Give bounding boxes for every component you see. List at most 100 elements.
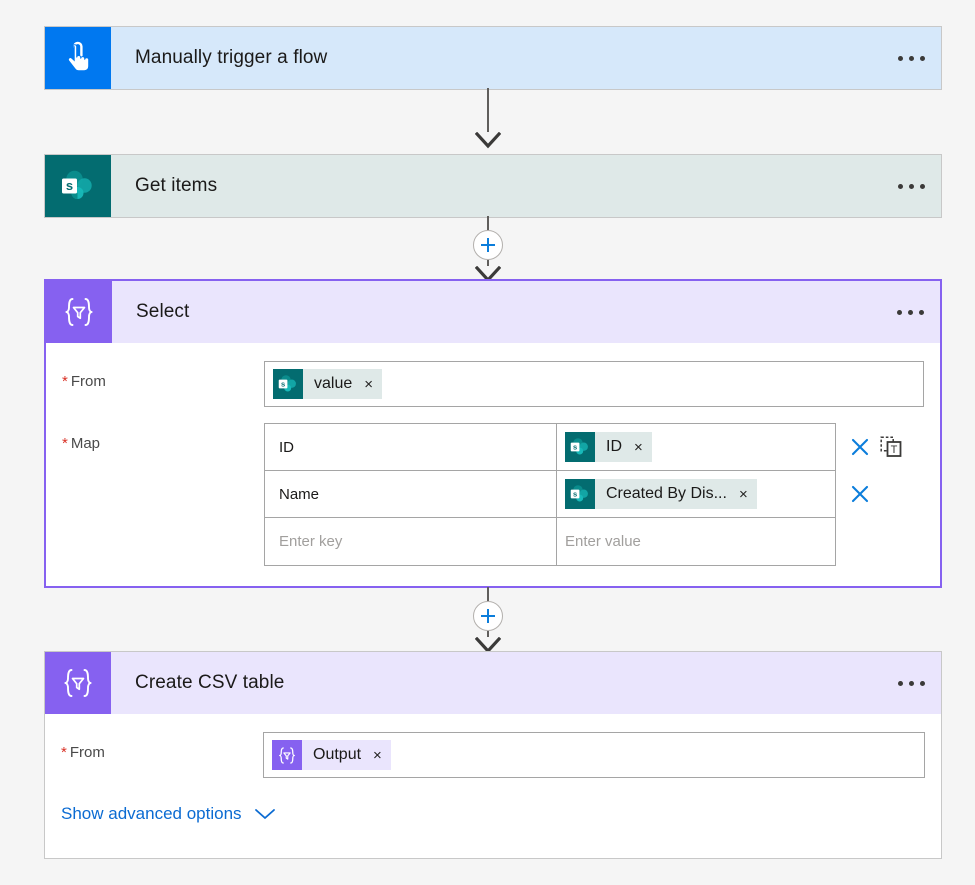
select-map-row: * Map ID s ID × Name s Created By Dis...…	[46, 407, 940, 586]
map-value-cell[interactable]: s ID ×	[557, 424, 835, 470]
flow-card-create-csv-table[interactable]: Create CSV table * From Output × Show ad…	[44, 651, 942, 859]
connector-select-to-csv	[0, 587, 975, 655]
token-body: ID ×	[595, 432, 652, 462]
show-advanced-options-label: Show advanced options	[61, 804, 242, 823]
trigger-more-commands-button[interactable]	[881, 27, 941, 89]
dot	[919, 55, 925, 61]
dot	[897, 183, 903, 189]
delete-row-icon[interactable]	[850, 437, 870, 457]
svg-text:T: T	[891, 444, 898, 456]
token-label: Created By Dis...	[606, 485, 727, 502]
remove-token-button[interactable]: ×	[364, 377, 373, 392]
remove-token-button[interactable]: ×	[634, 440, 643, 455]
insert-step-button[interactable]	[472, 601, 503, 631]
required-indicator: *	[61, 744, 67, 761]
map-key-cell[interactable]: Enter key	[265, 518, 557, 565]
svg-text:s: s	[66, 178, 73, 193]
token-value[interactable]: s value ×	[273, 369, 383, 399]
manual-trigger-hand-icon	[45, 27, 111, 89]
card-header[interactable]: Select	[46, 281, 940, 343]
select-from-label: * From	[62, 373, 106, 390]
dot	[907, 309, 913, 315]
get-items-more-commands-button[interactable]	[881, 155, 941, 217]
select-from-input[interactable]: s value ×	[264, 361, 924, 407]
token-id[interactable]: s ID ×	[565, 432, 652, 462]
connector-getitems-to-select	[0, 216, 975, 284]
token-output[interactable]: Output ×	[272, 740, 391, 770]
map-row-actions	[836, 517, 924, 564]
paste-as-text-icon[interactable]: T	[880, 435, 902, 458]
select-card-body: * From s value × * Map ID s ID × Name s …	[46, 343, 940, 586]
dot	[918, 309, 924, 315]
dot	[908, 183, 914, 189]
select-braces-filter-icon	[46, 281, 112, 343]
card-title-wrap: Select	[112, 281, 880, 343]
token-created-by-display-name[interactable]: s Created By Dis... ×	[565, 479, 757, 509]
card-title-select: Select	[136, 301, 190, 322]
sharepoint-icon: s	[565, 432, 595, 462]
token-label: ID	[606, 438, 622, 455]
dot	[908, 680, 914, 686]
card-title-wrap: Get items	[111, 155, 881, 217]
map-row-actions: T	[836, 423, 924, 470]
dot	[896, 309, 902, 315]
flow-card-trigger[interactable]: Manually trigger a flow	[44, 26, 942, 90]
dot	[908, 55, 914, 61]
token-label: value	[314, 375, 353, 392]
svg-text:s: s	[573, 489, 577, 498]
dot	[897, 680, 903, 686]
chevron-down-icon	[254, 809, 275, 819]
csv-more-commands-button[interactable]	[881, 652, 941, 714]
connector-trigger-to-getitems	[0, 88, 975, 150]
card-title-wrap: Create CSV table	[111, 652, 881, 714]
map-value-placeholder: Enter value	[565, 533, 641, 550]
card-title-wrap: Manually trigger a flow	[111, 27, 881, 89]
card-header[interactable]: Create CSV table	[45, 652, 941, 714]
delete-row-icon[interactable]	[850, 484, 870, 504]
map-key-cell[interactable]: Name	[265, 471, 557, 517]
sharepoint-icon: s	[45, 155, 111, 217]
svg-text:s: s	[573, 442, 577, 451]
map-grid: ID s ID × Name s Created By Dis... × Ent…	[264, 423, 836, 566]
csv-from-row: * From Output ×	[45, 714, 941, 778]
token-label: Output	[313, 746, 362, 763]
map-value-cell[interactable]: s Created By Dis... ×	[557, 471, 835, 517]
flow-card-get-items[interactable]: s Get items	[44, 154, 942, 218]
token-body: Created By Dis... ×	[595, 479, 757, 509]
card-header[interactable]: Manually trigger a flow	[45, 27, 941, 89]
csv-card-body: * From Output × Show advanced options	[45, 714, 941, 858]
map-value-cell[interactable]: Enter value	[557, 518, 835, 565]
select-more-commands-button[interactable]	[880, 281, 940, 343]
map-key-cell[interactable]: ID	[265, 424, 557, 470]
svg-text:s: s	[281, 379, 285, 388]
required-indicator: *	[62, 373, 68, 390]
select-map-label: * Map	[62, 435, 101, 452]
map-row-actions	[836, 470, 924, 517]
page-title: Manually trigger a flow	[135, 47, 328, 68]
remove-token-button[interactable]: ×	[373, 748, 382, 763]
connector-line	[486, 88, 489, 132]
insert-step-button[interactable]	[472, 230, 503, 260]
dot	[919, 680, 925, 686]
card-header[interactable]: s Get items	[45, 155, 941, 217]
connector-line	[486, 587, 489, 601]
card-title-get-items: Get items	[135, 175, 218, 196]
remove-token-button[interactable]: ×	[739, 487, 748, 502]
card-title-create-csv-table: Create CSV table	[135, 672, 285, 693]
arrowhead-icon	[474, 132, 501, 149]
csv-from-label: * From	[61, 744, 105, 761]
dot	[897, 55, 903, 61]
map-row: ID s ID ×	[265, 424, 835, 471]
select-braces-filter-icon	[272, 740, 302, 770]
map-key-placeholder: Enter key	[279, 533, 343, 550]
sharepoint-icon: s	[273, 369, 303, 399]
show-advanced-options-link[interactable]: Show advanced options	[61, 804, 276, 824]
csv-from-input[interactable]: Output ×	[263, 732, 925, 778]
select-from-row: * From s value ×	[46, 343, 940, 407]
select-braces-filter-icon	[45, 652, 111, 714]
flow-card-select[interactable]: Select * From s value × * Map ID s ID × …	[44, 279, 942, 588]
token-body: Output ×	[302, 740, 391, 770]
flow-designer-canvas: Manually trigger a flow s Get items Sele…	[0, 0, 975, 885]
map-row: Name s Created By Dis... ×	[265, 471, 835, 518]
connector-line	[486, 216, 489, 230]
